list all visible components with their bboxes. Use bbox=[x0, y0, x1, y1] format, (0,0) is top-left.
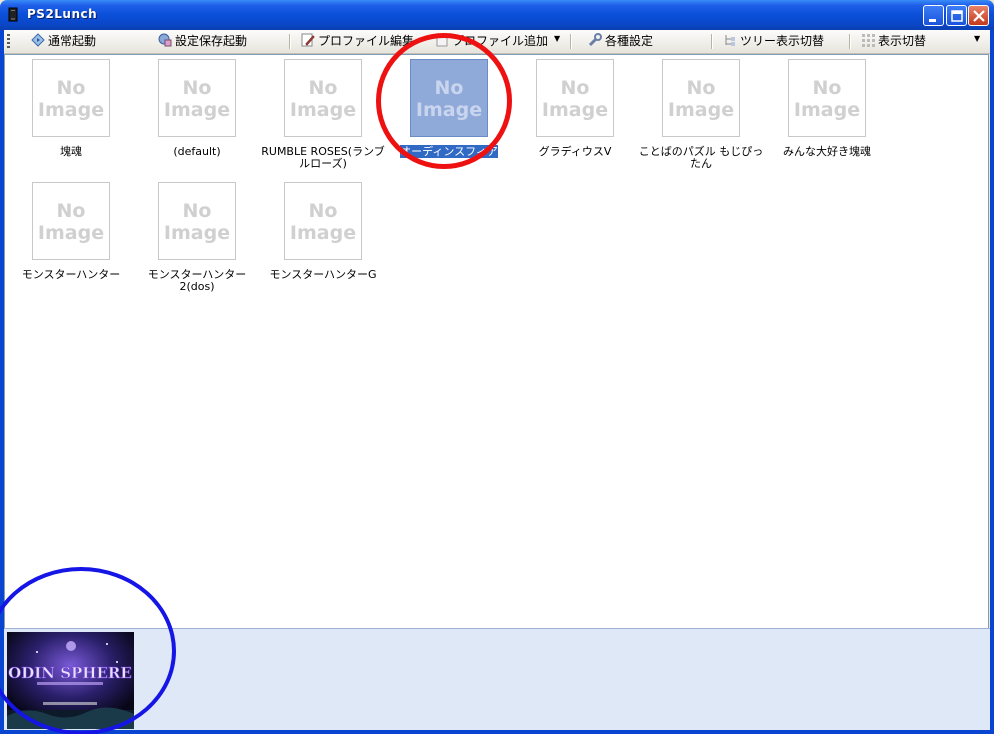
minimize-button[interactable] bbox=[923, 5, 944, 26]
thumbnail-text-line1: No bbox=[56, 200, 86, 222]
no-image-thumbnail: No Image bbox=[32, 59, 110, 137]
profile-item-label: ことばのパズル もじぴったん bbox=[638, 146, 764, 170]
save-launch-label: 設定保存起動 bbox=[175, 34, 248, 48]
thumbnail-text-line1: No bbox=[560, 77, 590, 99]
thumbnail-text-line2: Image bbox=[289, 99, 357, 121]
profile-item-label: モンスターハンターG bbox=[260, 269, 386, 281]
no-image-thumbnail: No Image bbox=[158, 182, 236, 260]
profile-item-text: モンスターハンター2(dos) bbox=[147, 268, 247, 293]
tree-view-toggle-button[interactable]: ツリー表示切替 bbox=[723, 33, 824, 50]
settings-label: 各種設定 bbox=[605, 34, 654, 48]
app-window: PS2Lunch 通常起動 設定保存起動 プロファイル編集 プロファイル追加 ▼ bbox=[0, 0, 994, 734]
window-frame-right bbox=[990, 30, 994, 734]
thumbnail-text-line1: No bbox=[56, 77, 86, 99]
profile-item-label: RUMBLE ROSES(ランブルローズ) bbox=[260, 146, 386, 170]
no-image-thumbnail: No Image bbox=[284, 182, 362, 260]
save-launch-icon bbox=[158, 33, 172, 47]
thumbnail-text-line2: Image bbox=[163, 222, 231, 244]
thumbnail-text-line1: No bbox=[182, 200, 212, 222]
profile-item-label: みんな大好き塊魂 bbox=[764, 146, 890, 158]
maximize-button[interactable] bbox=[946, 5, 967, 26]
thumbnail-text-line1: No bbox=[812, 77, 842, 99]
toolbar-separator bbox=[570, 34, 572, 49]
thumbnail-text-line2: Image bbox=[541, 99, 609, 121]
grid-view-icon bbox=[862, 34, 875, 47]
close-button[interactable] bbox=[968, 5, 989, 26]
no-image-thumbnail: No Image bbox=[536, 59, 614, 137]
profile-item-label: グラディウスV bbox=[512, 146, 638, 158]
profile-item-text: モンスターハンターG bbox=[269, 268, 377, 281]
thumbnail-text-line1: No bbox=[308, 77, 338, 99]
view-toggle-label: 表示切替 bbox=[878, 34, 927, 48]
thumbnail-text-line2: Image bbox=[793, 99, 861, 121]
toolbar-separator bbox=[711, 34, 713, 49]
title-bar[interactable]: PS2Lunch bbox=[0, 0, 994, 30]
thumbnail-text-line2: Image bbox=[37, 222, 105, 244]
toolbar-separator bbox=[849, 34, 851, 49]
edit-profile-button[interactable]: プロファイル編集 bbox=[301, 33, 414, 50]
play-diamond-icon bbox=[31, 33, 45, 47]
close-icon bbox=[973, 10, 985, 22]
profile-item-text: モンスターハンター bbox=[21, 268, 121, 281]
no-image-thumbnail: No Image bbox=[662, 59, 740, 137]
tree-view-toggle-label: ツリー表示切替 bbox=[740, 34, 825, 48]
profile-item-label: モンスターハンター bbox=[8, 269, 134, 281]
wrench-icon bbox=[588, 33, 602, 47]
no-image-thumbnail: No Image bbox=[788, 59, 866, 137]
thumbnail-text-line2: Image bbox=[37, 99, 105, 121]
add-profile-dropdown-arrow[interactable]: ▼ bbox=[554, 34, 560, 43]
profile-item-label: (default) bbox=[134, 146, 260, 158]
thumbnail-text-line1: No bbox=[182, 77, 212, 99]
thumbnail-text-line2: Image bbox=[667, 99, 735, 121]
no-image-thumbnail: No Image bbox=[158, 59, 236, 137]
toolbar-separator bbox=[289, 34, 291, 49]
profile-item-text: RUMBLE ROSES(ランブルローズ) bbox=[261, 145, 385, 170]
maximize-icon bbox=[951, 10, 963, 22]
normal-launch-button[interactable]: 通常起動 bbox=[31, 33, 96, 50]
edit-profile-label: プロファイル編集 bbox=[318, 34, 415, 48]
tree-view-icon bbox=[725, 35, 735, 46]
thumbnail-text-line2: Image bbox=[163, 99, 231, 121]
window-title: PS2Lunch bbox=[27, 7, 98, 21]
thumbnail-text-line1: No bbox=[308, 200, 338, 222]
profile-item-label: 塊魂 bbox=[8, 146, 134, 158]
profile-item-text: 塊魂 bbox=[60, 145, 82, 158]
profile-item-text: ことばのパズル もじぴったん bbox=[638, 145, 764, 170]
profile-item-label: モンスターハンター2(dos) bbox=[134, 269, 260, 293]
red-annotation-circle bbox=[376, 33, 512, 169]
toolbar-overflow-arrow[interactable]: ▼ bbox=[974, 34, 980, 43]
save-launch-button[interactable]: 設定保存起動 bbox=[158, 33, 247, 50]
minimize-icon bbox=[929, 19, 936, 22]
thumbnail-text-line2: Image bbox=[289, 222, 357, 244]
thumbnail-text-line1: No bbox=[686, 77, 716, 99]
profile-item-text: みんな大好き塊魂 bbox=[783, 145, 871, 158]
profile-item-text: (default) bbox=[173, 145, 221, 158]
toolbar: 通常起動 設定保存起動 プロファイル編集 プロファイル追加 ▼ 各種設定 ツリー… bbox=[4, 30, 990, 54]
settings-button[interactable]: 各種設定 bbox=[588, 33, 653, 50]
blue-annotation-circle bbox=[0, 567, 176, 734]
toolbar-grip[interactable] bbox=[7, 34, 10, 49]
profile-item-text: グラディウスV bbox=[538, 145, 612, 158]
window-frame-bottom bbox=[0, 730, 994, 734]
no-image-thumbnail: No Image bbox=[284, 59, 362, 137]
normal-launch-label: 通常起動 bbox=[48, 34, 97, 48]
no-image-thumbnail: No Image bbox=[32, 182, 110, 260]
edit-pencil-icon bbox=[301, 33, 315, 47]
view-toggle-button[interactable]: 表示切替 bbox=[861, 33, 926, 50]
app-icon bbox=[8, 7, 18, 22]
